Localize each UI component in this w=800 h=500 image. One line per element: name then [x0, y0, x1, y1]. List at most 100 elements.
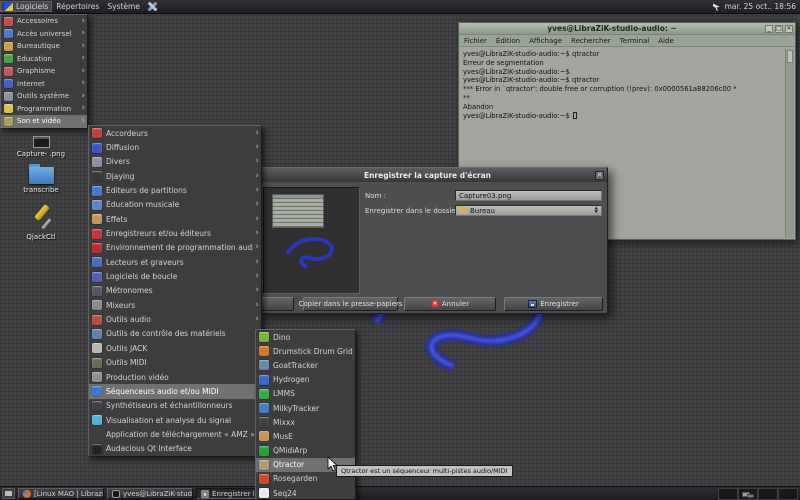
menu-item-programmation[interactable]: Programmation [1, 103, 87, 116]
notification-icon[interactable] [712, 3, 720, 11]
menu-item-metronomes[interactable]: Métronomes [89, 284, 261, 298]
applications-menu-button[interactable]: Logiciels [0, 1, 53, 12]
menu-item-sequenceurs-audio-et-ou-midi[interactable]: Séquenceurs audio et/ou MIDI [89, 384, 261, 399]
cancel-button[interactable]: Annuler [404, 297, 496, 311]
scrollbar-thumb[interactable] [787, 50, 793, 63]
folder-icon [459, 205, 467, 214]
menu-item-audacious-qt-interface[interactable]: Audacious Qt Interface [89, 442, 261, 456]
desktop-icon-label: QjackCtl [26, 233, 56, 241]
menu-item-hydrogen[interactable]: Hydrogen [256, 373, 355, 387]
menu-item-diffusion[interactable]: Diffusion [89, 140, 261, 154]
menu-item-production-video[interactable]: Production vidéo [89, 370, 261, 384]
menu-item-son-et-video[interactable]: Son et vidéo [1, 115, 87, 128]
menu-item-lecteurs-et-graveurs[interactable]: Lecteurs et graveurs [89, 255, 261, 269]
menu-item-application-de-telechargement-amz[interactable]: Application de téléchargement « AMZ » [89, 427, 261, 441]
menu-item-education[interactable]: Éducation [1, 53, 87, 66]
terminal-line: yves@LibraZiK-studio-audio:~$ [463, 67, 570, 76]
menu-item-muse[interactable]: MusE [256, 429, 355, 443]
menu-edition[interactable]: Édition [496, 37, 520, 45]
menu-item-label: Visualisation et analyse du signal [106, 415, 232, 425]
menu-item-mixxx[interactable]: Mixxx [256, 415, 355, 429]
menu-item-education-musicale[interactable]: Éducation musicale [89, 198, 261, 212]
terminal-titlebar[interactable]: yves@LibraZiK-studio-audio: ~ _ □ ✕ [459, 23, 795, 35]
close-button[interactable]: ✕ [785, 24, 793, 33]
menu-item-enregistreurs-et-ou-editeurs[interactable]: Enregistreurs et/ou éditeurs [89, 226, 261, 240]
menu-item-label: Seq24 [273, 488, 297, 498]
audacious-icon [92, 443, 102, 454]
menu-item-acces-universel[interactable]: Accès universel [1, 28, 87, 41]
scrollbar[interactable] [785, 49, 794, 238]
menu-item-logiciels-de-boucle[interactable]: Logiciels de boucle [89, 269, 261, 283]
workspace-4[interactable] [778, 487, 798, 500]
menu-item-label: Djaying [106, 171, 135, 181]
menu-item-goattracker[interactable]: GoatTracker [256, 358, 355, 372]
system-tools-icon [4, 91, 13, 101]
taskbar-task-yves-librazik-studi[interactable]: yves@LibraZiK-studi... [107, 488, 193, 499]
clock[interactable]: mar. 25 oct.. 18:56 [725, 2, 796, 11]
terminal-line: Erreur de segmentation [463, 58, 544, 67]
menu-item-dino[interactable]: Dino [256, 330, 355, 344]
menu-item-label: Graphisme [17, 67, 56, 76]
submenu-arrow-icon [255, 172, 259, 181]
places-menu-button[interactable]: Répertoires [52, 1, 103, 12]
workspace-3[interactable] [758, 487, 778, 500]
menu-item-internet[interactable]: Internet [1, 78, 87, 91]
menu-terminal[interactable]: Terminal [620, 37, 650, 45]
menu-item-drumstick-drum-grid[interactable]: Drumstick Drum Grid [256, 344, 355, 358]
filename-input[interactable] [455, 190, 602, 201]
menu-fichier[interactable]: Fichier [464, 37, 487, 45]
workspace-1[interactable] [718, 487, 738, 500]
menu-item-editeurs-de-partitions[interactable]: Éditeurs de partitions [89, 183, 261, 197]
folder-dropdown[interactable]: Bureau ▲ ▼ [455, 205, 602, 216]
system-menu-button[interactable]: Système [103, 1, 144, 12]
tools-icon[interactable] [147, 1, 158, 12]
desktop: Capture- .png transcribe QjackCtl yves@L… [0, 0, 800, 500]
menu-item-bureautique[interactable]: Bureautique [1, 40, 87, 53]
button-label: Copier dans le presse-papiers [298, 300, 403, 308]
menu-item-accessoires[interactable]: Accessoires [1, 15, 87, 28]
menu-item-lmms[interactable]: LMMS [256, 387, 355, 401]
maximize-button[interactable]: □ [775, 24, 783, 33]
menu-item-djaying[interactable]: Djaying [89, 169, 261, 183]
menu-item-effets[interactable]: Effets [89, 212, 261, 226]
menu-item-visualisation-et-analyse-du-signal[interactable]: Visualisation et analyse du signal [89, 413, 261, 427]
menu-item-label: Accordeurs [106, 128, 148, 138]
menu-item-outils-midi[interactable]: Outils MIDI [89, 356, 261, 370]
menu-affichage[interactable]: Affichage [529, 37, 562, 45]
minimize-button[interactable]: _ [765, 24, 773, 33]
menu-item-label: QMidiArp [273, 446, 308, 456]
desktop-icon-capture-png[interactable]: Capture- .png [10, 136, 72, 158]
menu-item-label: Lecteurs et graveurs [106, 257, 184, 267]
workspace-2[interactable] [738, 487, 758, 500]
menu-item-milkytracker[interactable]: MilkyTracker [256, 401, 355, 415]
menu-item-environnement-de-programmation-audio[interactable]: Environnement de programmation audio [89, 241, 261, 255]
office-icon [4, 41, 13, 51]
menu-rechercher[interactable]: Rechercher [571, 37, 611, 45]
desktop-icon-transcribe[interactable]: transcribe [10, 164, 72, 194]
effects-icon [92, 214, 102, 225]
accessibility-icon [4, 29, 13, 39]
menu-aide[interactable]: Aide [658, 37, 673, 45]
show-desktop-button[interactable] [2, 488, 15, 499]
menu-item-divers[interactable]: Divers [89, 155, 261, 169]
menu-item-synthetiseurs-et-echantillonneurs[interactable]: Synthétiseurs et échantillonneurs [89, 399, 261, 413]
menu-item-accordeurs[interactable]: Accordeurs [89, 126, 261, 140]
desktop-icon-qjackctl[interactable]: QjackCtl [10, 204, 72, 241]
copy-to-clipboard-button[interactable]: Copier dans le presse-papiers [298, 297, 403, 311]
screenshot-preview [263, 187, 360, 294]
taskbar-task-linux-mao-librazik[interactable]: [Linux MAO | Librazik ... [18, 488, 104, 499]
menu-item-outils-de-controle-des-materiels[interactable]: Outils de contrôle des matériels [89, 327, 261, 341]
menu-item-graphisme[interactable]: Graphisme [1, 65, 87, 78]
save-button[interactable]: Enregistrer [504, 297, 603, 311]
menu-item-label: MilkyTracker [273, 403, 320, 413]
hidden-button-partial[interactable] [259, 297, 294, 311]
menu-item-seq24[interactable]: Seq24 [256, 486, 355, 499]
menu-item-outils-audio[interactable]: Outils audio [89, 312, 261, 326]
menu-item-mixeurs[interactable]: Mixeurs [89, 298, 261, 312]
music-education-icon [92, 199, 102, 210]
menu-item-qmidiarp[interactable]: QMidiArp [256, 444, 355, 458]
dialog-titlebar[interactable]: Enregistrer la capture d'écran ✕ [257, 168, 607, 182]
menu-item-outils-systeme[interactable]: Outils système [1, 90, 87, 103]
close-icon[interactable]: ✕ [595, 170, 604, 180]
menu-item-outils-jack[interactable]: Outils JACK [89, 341, 261, 355]
